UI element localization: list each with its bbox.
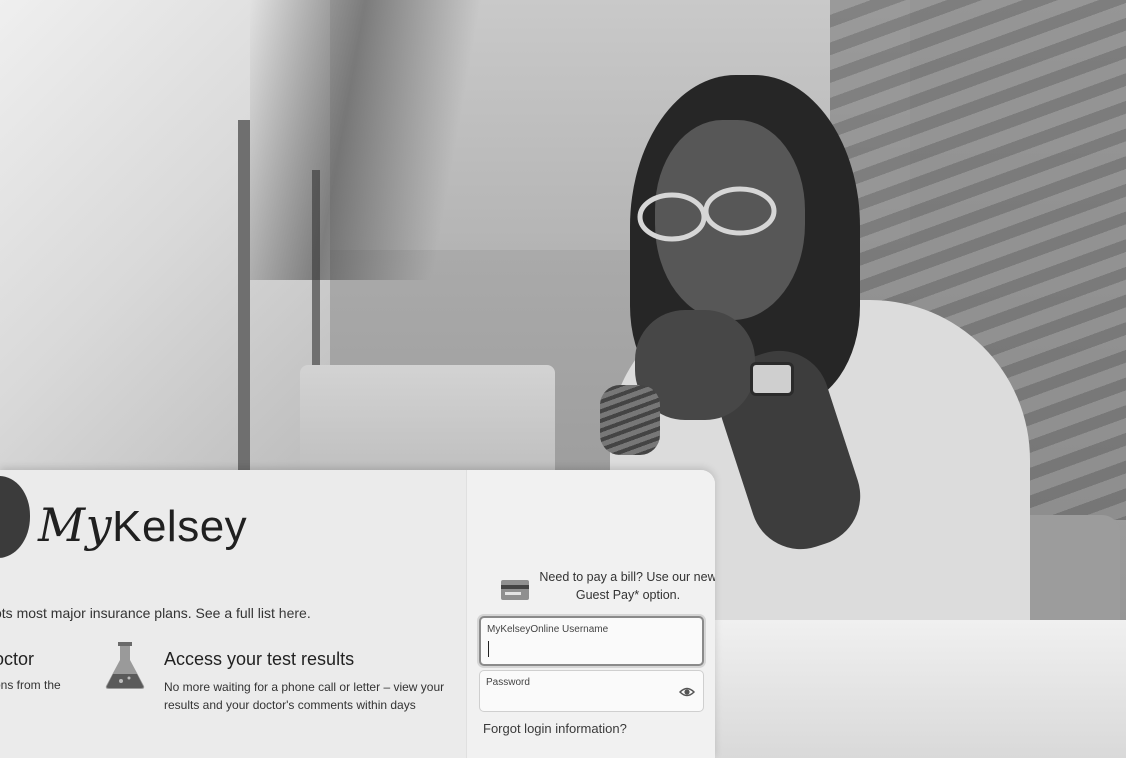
username-label: MyKelseyOnline Username xyxy=(487,624,609,635)
logo-plain: Kelsey xyxy=(112,502,248,551)
eye-icon[interactable] xyxy=(679,684,695,700)
brand-logo: MyKelsey xyxy=(38,498,247,552)
insurance-text: ots most major insurance plans. See a fu… xyxy=(0,605,279,621)
credit-card-icon xyxy=(501,580,529,600)
info-panel: MyKelsey ots most major insurance plans.… xyxy=(0,470,466,758)
insurance-tail: . xyxy=(306,605,311,621)
feature-title-doctor: octor xyxy=(0,649,35,669)
apple-logo-icon xyxy=(0,476,30,558)
window-frame xyxy=(238,120,250,480)
feature-title-test-results: Access your test results xyxy=(164,649,355,669)
login-panel: Need to pay a bill? Use our new Guest Pa… xyxy=(466,470,715,758)
watch-icon xyxy=(750,362,794,396)
insurance-note: ots most major insurance plans. See a fu… xyxy=(0,605,311,621)
text-caret xyxy=(488,641,489,657)
feature-desc-test-results: No more waiting for a phone call or lett… xyxy=(164,680,445,712)
username-field[interactable]: MyKelseyOnline Username xyxy=(479,616,704,666)
forgot-login-link[interactable]: Forgot login information? xyxy=(483,721,627,736)
flask-icon xyxy=(105,642,145,689)
insurance-list-link[interactable]: here xyxy=(279,605,307,621)
password-field[interactable]: Password xyxy=(479,670,704,712)
glasses-icon xyxy=(637,186,777,242)
password-label: Password xyxy=(486,677,530,688)
login-card: MyKelsey ots most major insurance plans.… xyxy=(0,470,715,758)
guest-pay-text[interactable]: Need to pay a bill? Use our new Guest Pa… xyxy=(537,568,715,604)
background-beam xyxy=(250,0,490,280)
logo-script: My xyxy=(38,498,113,552)
laptop xyxy=(300,365,555,485)
feature-desc-doctor: ons from the xyxy=(0,678,61,692)
bracelets xyxy=(600,385,660,455)
